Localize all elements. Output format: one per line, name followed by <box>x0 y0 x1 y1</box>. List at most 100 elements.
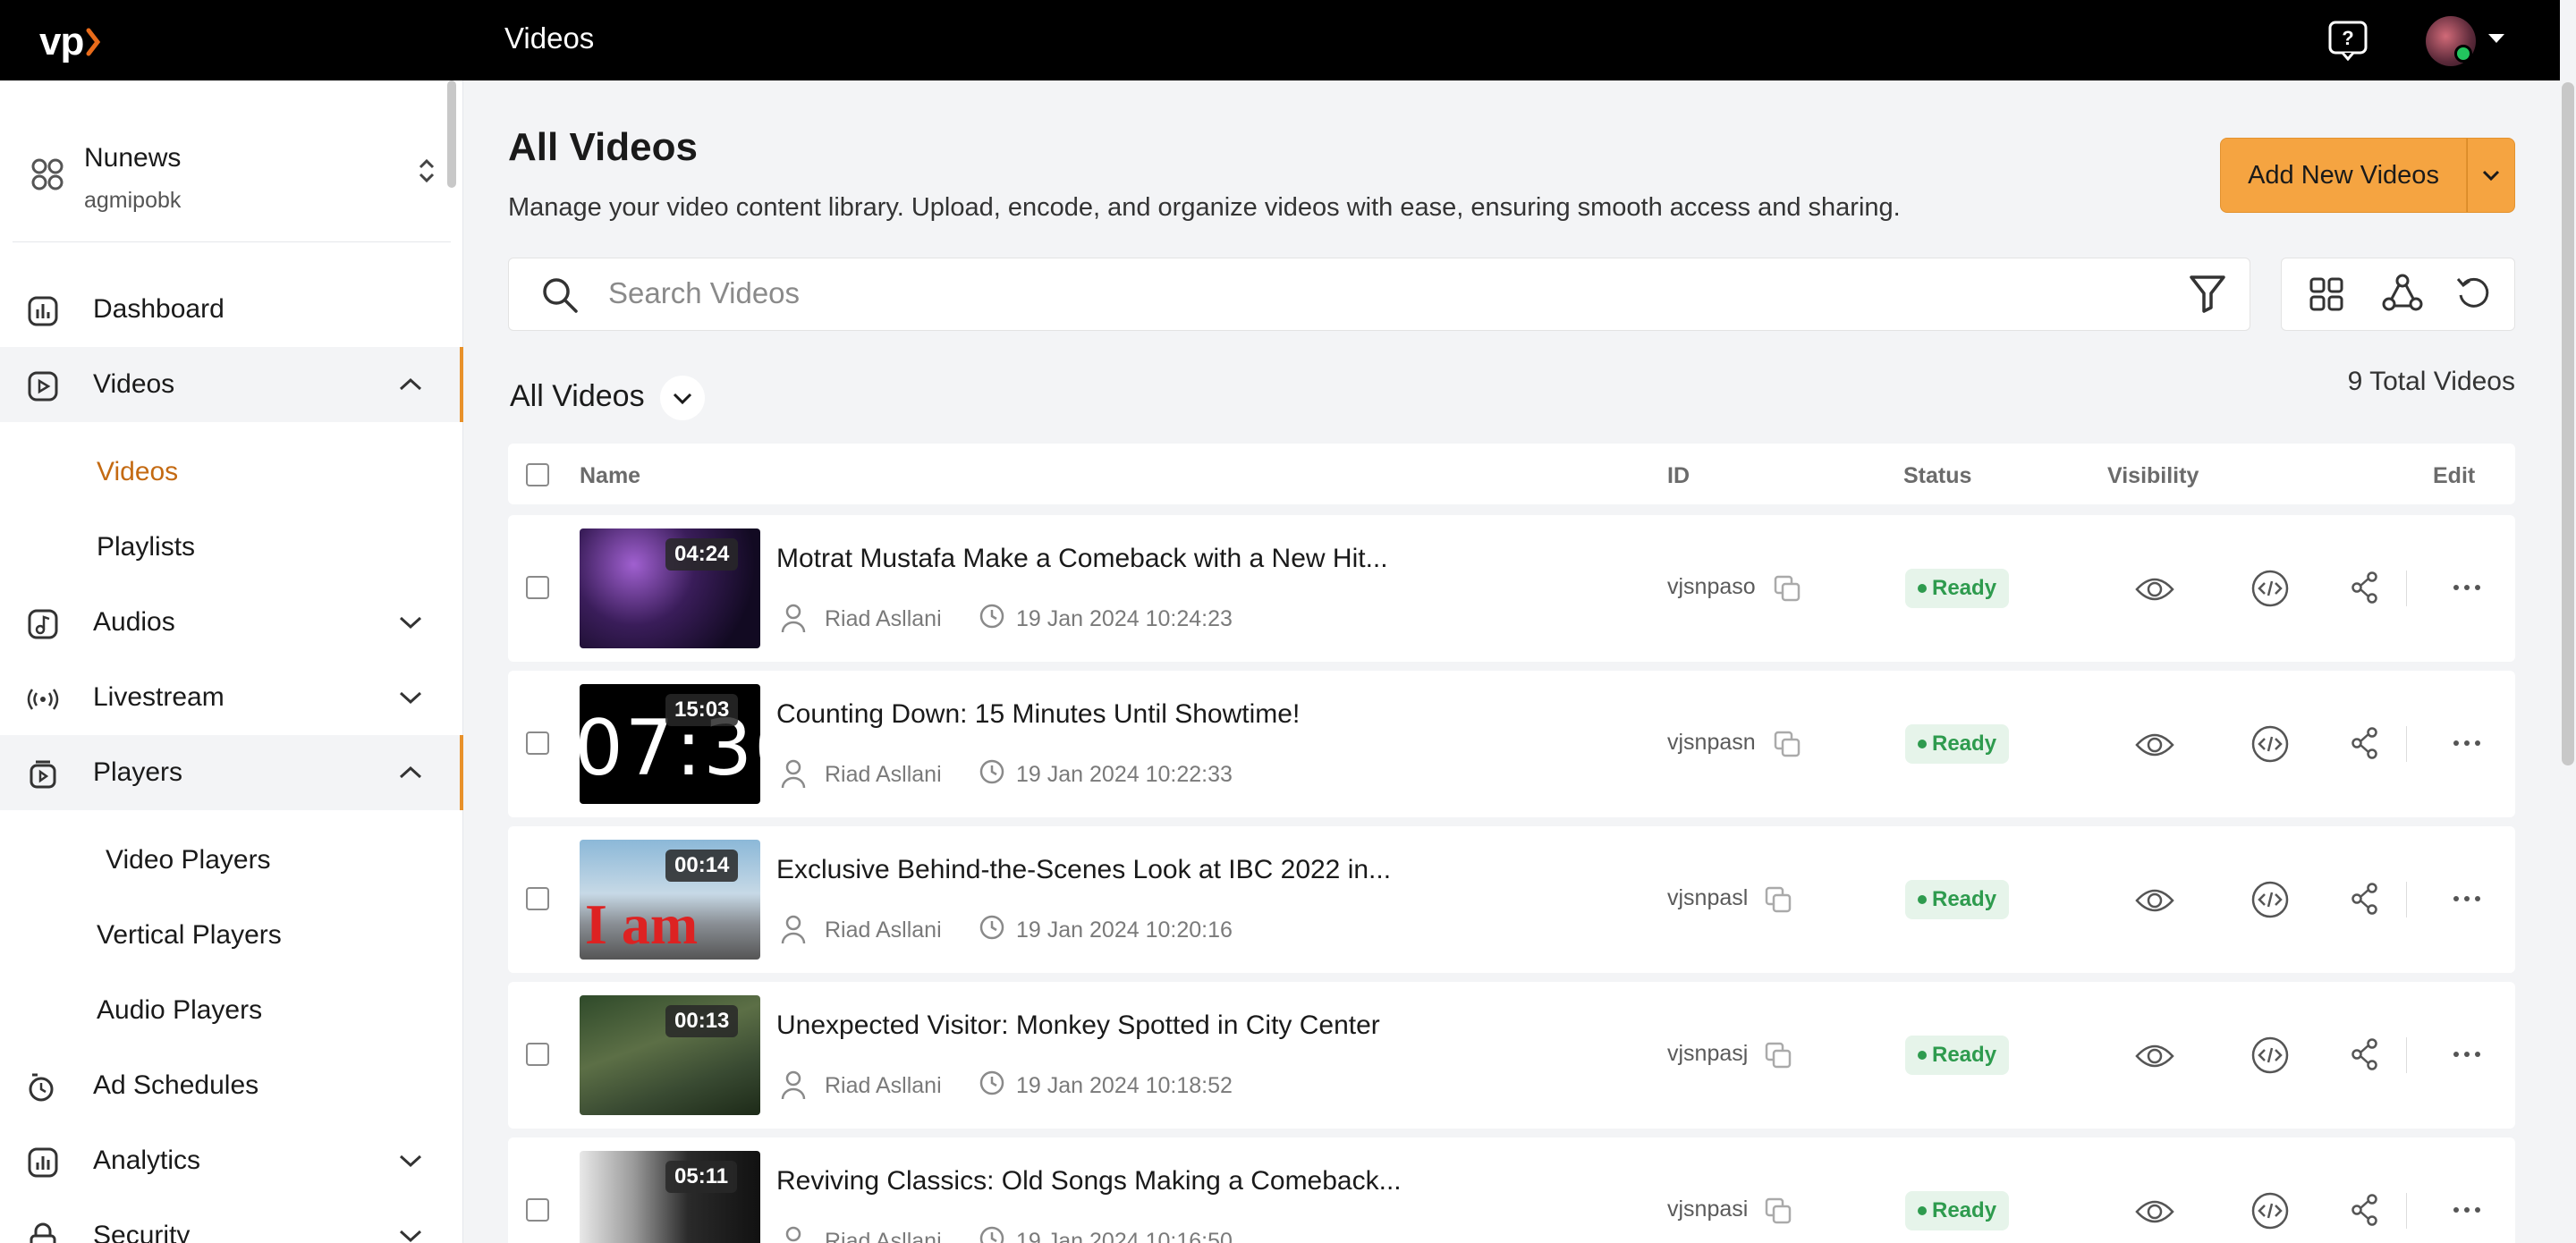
video-title[interactable]: Motrat Mustafa Make a Comeback with a Ne… <box>776 544 1388 574</box>
video-title[interactable]: Reviving Classics: Old Songs Making a Co… <box>776 1166 1402 1196</box>
eye-icon[interactable] <box>2134 1195 2175 1233</box>
copy-icon[interactable] <box>1764 1196 1792 1230</box>
filter-icon[interactable] <box>2188 272 2227 319</box>
status-badge: Ready <box>1905 724 2010 764</box>
copy-icon[interactable] <box>1764 1041 1792 1074</box>
online-status-dot <box>2454 45 2472 63</box>
sidebar-item-livestream[interactable]: Livestream <box>0 660 463 735</box>
sidebar-item-label: Vertical Players <box>97 920 282 950</box>
avatar-caret-icon[interactable] <box>2488 34 2504 43</box>
org-name: Nunews <box>84 143 182 173</box>
app-logo[interactable]: vp <box>39 20 103 64</box>
broadcast-icon <box>25 681 61 717</box>
share-icon[interactable] <box>2351 882 2379 920</box>
sidebar-item-dashboard[interactable]: Dashboard <box>0 272 463 347</box>
search-icon <box>540 275 580 319</box>
video-filter-label[interactable]: All Videos <box>510 379 645 414</box>
video-title[interactable]: Exclusive Behind-the-Scenes Look at IBC … <box>776 855 1391 885</box>
refresh-icon[interactable] <box>2454 274 2494 317</box>
help-button[interactable]: ? <box>2326 18 2370 63</box>
video-title[interactable]: Unexpected Visitor: Monkey Spotted in Ci… <box>776 1010 1380 1041</box>
status-badge: Ready <box>1905 880 2010 919</box>
video-created-date: 19 Jan 2024 10:16:50 <box>1016 1229 1233 1243</box>
chevron-down-icon <box>2482 170 2500 182</box>
video-duration-badge: 00:13 <box>665 1005 739 1037</box>
share-icon[interactable] <box>2351 726 2379 765</box>
sidebar-item-players[interactable]: Players <box>0 735 463 810</box>
video-duration-badge: 04:24 <box>665 538 739 571</box>
sidebar-scrollbar[interactable] <box>447 80 456 188</box>
user-icon <box>780 1070 807 1104</box>
share-icon[interactable] <box>2351 1037 2379 1076</box>
copy-icon[interactable] <box>1764 885 1792 918</box>
copy-icon[interactable] <box>1773 574 1801 607</box>
status-badge: Ready <box>1905 1036 2010 1075</box>
add-new-videos-button[interactable]: Add New Videos <box>2220 138 2467 213</box>
row-checkbox[interactable] <box>526 1043 549 1066</box>
sidebar-item-label: Analytics <box>93 1146 201 1175</box>
sidebar-subitem-audio-players[interactable]: Audio Players <box>0 973 463 1048</box>
sidebar-subitem-video-players[interactable]: Video Players <box>0 823 463 898</box>
column-header-name[interactable]: Name <box>580 463 640 489</box>
row-checkbox[interactable] <box>526 731 549 755</box>
top-bar <box>0 0 2576 80</box>
more-options-icon[interactable] <box>2451 1048 2483 1065</box>
sidebar-item-label: Playlists <box>97 532 196 562</box>
column-divider <box>2406 1193 2407 1229</box>
sidebar-subitem-videos[interactable]: Videos <box>0 435 463 510</box>
eye-icon[interactable] <box>2134 1039 2175 1078</box>
share-icon[interactable] <box>2351 571 2379 609</box>
clock-icon <box>979 1225 1005 1243</box>
sidebar-item-security[interactable]: Security <box>0 1198 463 1243</box>
eye-icon[interactable] <box>2134 728 2175 766</box>
eye-icon[interactable] <box>2134 884 2175 922</box>
copy-icon[interactable] <box>1773 730 1801 763</box>
video-duration-badge: 00:14 <box>665 850 739 882</box>
thumbnail-sign-text: I am <box>585 892 699 956</box>
sidebar-subitem-vertical-players[interactable]: Vertical Players <box>0 898 463 973</box>
embed-code-icon[interactable] <box>2250 1191 2290 1235</box>
search-input[interactable] <box>608 268 2129 318</box>
user-icon <box>780 603 807 638</box>
row-checkbox[interactable] <box>526 887 549 910</box>
sidebar-item-videos[interactable]: Videos <box>0 347 463 422</box>
video-id: vjsnpasi <box>1667 1196 1749 1222</box>
video-title[interactable]: Counting Down: 15 Minutes Until Showtime… <box>776 699 1300 730</box>
embed-code-icon[interactable] <box>2250 1036 2290 1079</box>
main-scrollbar[interactable] <box>2562 82 2574 765</box>
add-videos-dropdown-button[interactable] <box>2467 138 2515 213</box>
org-switcher[interactable] <box>415 156 438 190</box>
table-row[interactable] <box>508 826 2515 973</box>
sidebar-item-audios[interactable]: Audios <box>0 585 463 660</box>
share-network-icon[interactable] <box>2381 272 2424 319</box>
table-row[interactable] <box>508 515 2515 662</box>
embed-code-icon[interactable] <box>2250 724 2290 768</box>
embed-code-icon[interactable] <box>2250 569 2290 613</box>
table-row[interactable] <box>508 982 2515 1129</box>
sidebar-item-ad-schedules[interactable]: Ad Schedules <box>0 1048 463 1123</box>
filter-dropdown-button[interactable] <box>660 376 705 420</box>
sidebar-item-analytics[interactable]: Analytics <box>0 1123 463 1198</box>
clock-icon <box>979 603 1005 634</box>
row-checkbox[interactable] <box>526 1198 549 1222</box>
sidebar-subitem-playlists[interactable]: Playlists <box>0 510 463 585</box>
org-divider <box>13 241 451 242</box>
more-options-icon[interactable] <box>2451 737 2483 754</box>
select-all-checkbox[interactable] <box>526 463 549 486</box>
column-header-status[interactable]: Status <box>1903 463 1971 489</box>
sidebar-item-label: Audio Players <box>97 995 263 1025</box>
share-icon[interactable] <box>2351 1193 2379 1231</box>
table-header <box>508 444 2515 504</box>
video-id: vjsnpasn <box>1667 730 1756 755</box>
sidebar-item-label: Videos <box>93 369 175 399</box>
column-header-id[interactable]: ID <box>1667 463 1690 489</box>
eye-icon[interactable] <box>2134 572 2175 611</box>
grid-view-icon[interactable] <box>2308 275 2345 317</box>
more-options-icon[interactable] <box>2451 581 2483 598</box>
table-row[interactable] <box>508 671 2515 817</box>
embed-code-icon[interactable] <box>2250 880 2290 924</box>
more-options-icon[interactable] <box>2451 1204 2483 1221</box>
video-duration-badge: 15:03 <box>665 694 739 726</box>
more-options-icon[interactable] <box>2451 892 2483 909</box>
row-checkbox[interactable] <box>526 576 549 599</box>
